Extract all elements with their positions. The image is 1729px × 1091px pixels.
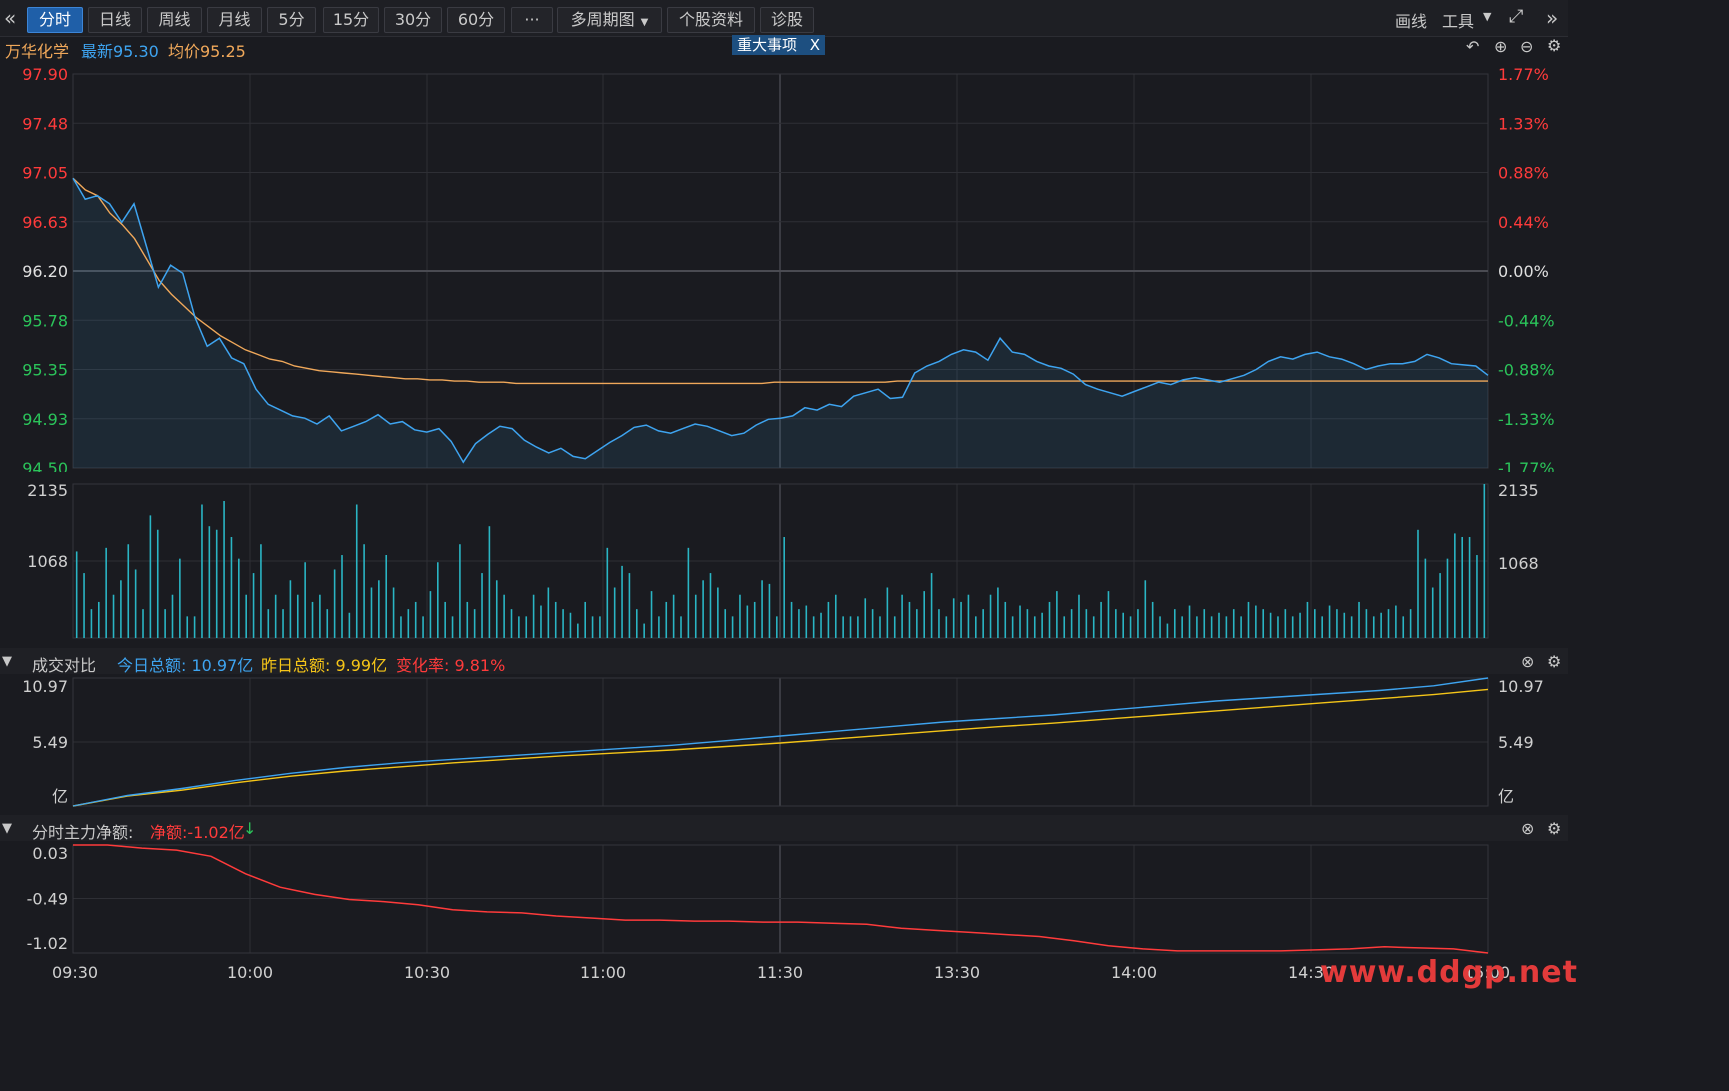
- pct-tick-right: 0.44%: [1498, 213, 1549, 232]
- chevron-down-icon[interactable]: ▼: [1483, 10, 1491, 23]
- time-tick: 11:00: [580, 963, 626, 982]
- period-tab-10[interactable]: 个股资料: [667, 7, 755, 33]
- price-tick-left: 94.93: [22, 410, 68, 429]
- period-tab-2[interactable]: 周线: [147, 7, 202, 33]
- netflow-gear-icon[interactable]: ⚙: [1547, 819, 1561, 838]
- netflow-tick-left: -1.02: [27, 934, 68, 953]
- collapse-turnover-icon[interactable]: ▼: [2, 654, 12, 669]
- close-turnover-icon[interactable]: ⊗: [1521, 652, 1534, 671]
- netflow-tick-left: -0.49: [27, 889, 68, 908]
- average-price: 均价95.25: [168, 42, 246, 61]
- chevron-down-icon: ▼: [640, 17, 649, 28]
- stock-name: 万华化学: [5, 42, 70, 61]
- yesterday-turnover: 昨日总额: 9.99亿: [261, 656, 388, 675]
- pct-tick-right: 0.88%: [1498, 164, 1549, 183]
- turnover-tick-left: 10.97: [22, 677, 68, 696]
- turnover-pane-header: ▼ 成交对比 今日总额: 10.97亿 昨日总额: 9.99亿 变化率: 9.8…: [0, 648, 1568, 675]
- period-tab-3[interactable]: 月线: [207, 7, 262, 33]
- fullscreen-icon[interactable]: ⤢: [1509, 6, 1523, 27]
- time-tick: 10:30: [404, 963, 450, 982]
- pct-tick-right: 0.00%: [1498, 262, 1549, 281]
- period-tab-5[interactable]: 15分: [323, 7, 379, 33]
- period-tab-11[interactable]: 诊股: [760, 7, 814, 33]
- time-tick: 09:30: [52, 963, 98, 982]
- period-toolbar: « 分时 日线 周线 月线 5分 15分 30分 60分 ··· 多周期图 ▼ 个股资料 诊股 画线 工…: [0, 0, 1568, 37]
- turnover-change: 变化率: 9.81%: [396, 656, 506, 675]
- netflow-pane-header: ▼ 分时主力净额: 净额:-1.02亿 ↓ ⊗ ⚙: [0, 815, 1568, 842]
- price-tick-left: 97.48: [22, 114, 68, 133]
- pct-tick-right: 1.33%: [1498, 114, 1549, 133]
- time-tick: 13:30: [934, 963, 980, 982]
- netflow-tick-left: 0.03: [32, 844, 68, 863]
- turnover-gear-icon[interactable]: ⚙: [1547, 652, 1561, 671]
- volume-tick-right: 1068: [1498, 554, 1539, 573]
- time-tick: 10:00: [227, 963, 273, 982]
- arrow-down-icon: ↓: [243, 819, 257, 838]
- pct-tick-right: -1.33%: [1498, 410, 1555, 429]
- time-tick: 11:30: [757, 963, 803, 982]
- pct-tick-right: -0.88%: [1498, 361, 1555, 380]
- today-turnover: 今日总额: 10.97亿: [117, 656, 254, 675]
- pct-tick-right: -0.44%: [1498, 311, 1555, 330]
- collapse-left-icon[interactable]: «: [4, 6, 16, 30]
- collapse-netflow-icon[interactable]: ▼: [2, 821, 12, 836]
- turnover-tick-right: 5.49: [1498, 733, 1534, 752]
- draw-tool-button[interactable]: 画线: [1395, 8, 1427, 32]
- turnover-tick-left: 5.49: [32, 733, 68, 752]
- close-netflow-icon[interactable]: ⊗: [1521, 819, 1534, 838]
- netflow-value: 净额:-1.02亿: [150, 823, 245, 842]
- major-event-tag[interactable]: 重大事项 X: [732, 35, 826, 55]
- period-tab-9[interactable]: 多周期图 ▼: [557, 7, 662, 33]
- netflow-title: 分时主力净额:: [32, 823, 134, 842]
- major-event-close[interactable]: X: [810, 36, 820, 54]
- zoom-in-icon[interactable]: ⊕: [1494, 37, 1507, 56]
- price-tick-left: 94.50: [22, 459, 68, 472]
- tools-menu-button[interactable]: 工具: [1442, 8, 1474, 32]
- turnover-tick-right: 10.97: [1498, 677, 1544, 696]
- pct-tick-right: -1.77%: [1498, 459, 1555, 472]
- period-tab-8[interactable]: ···: [511, 7, 553, 33]
- volume-tick-left: 2135: [27, 481, 68, 500]
- turnover-title: 成交对比: [32, 656, 97, 675]
- price-tick-left: 96.63: [22, 213, 68, 232]
- volume-tick-right: 2135: [1498, 481, 1539, 500]
- price-tick-left: 97.90: [22, 65, 68, 84]
- period-tab-6[interactable]: 30分: [384, 7, 442, 33]
- major-event-label: 重大事项: [737, 36, 798, 54]
- time-tick: 14:00: [1111, 963, 1157, 982]
- period-tab-4[interactable]: 5分: [267, 7, 316, 33]
- watermark: www.ddgp.net: [1320, 955, 1578, 990]
- pct-tick-right: 1.77%: [1498, 65, 1549, 84]
- turnover-tick-right: 亿: [1498, 787, 1514, 806]
- period-tab-0[interactable]: 分时: [27, 7, 83, 33]
- price-tick-left: 97.05: [22, 164, 68, 183]
- period-tab-1[interactable]: 日线: [88, 7, 142, 33]
- intraday-price-chart[interactable]: 97.90 97.48 97.05 96.63 96.20 95.78 95.35 94.93…: [0, 60, 1568, 472]
- turnover-compare-chart[interactable]: 10.97 5.49 亿 10.97 5.49 亿: [0, 674, 1568, 810]
- zoom-out-icon[interactable]: ⊖: [1520, 37, 1533, 56]
- collapse-right-icon[interactable]: »: [1546, 6, 1558, 30]
- price-tick-left: 95.35: [22, 361, 68, 380]
- volume-chart[interactable]: 2135 1068 2135 1068: [0, 478, 1568, 642]
- period-tab-7[interactable]: 60分: [447, 7, 505, 33]
- latest-price: 最新95.30: [81, 42, 159, 61]
- gear-icon[interactable]: ⚙: [1547, 36, 1561, 55]
- undo-icon[interactable]: ↶: [1466, 37, 1479, 56]
- price-tick-left: 96.20: [22, 262, 68, 281]
- turnover-tick-left: 亿: [52, 787, 68, 806]
- volume-tick-left: 1068: [27, 552, 68, 571]
- price-tick-left: 95.78: [22, 311, 68, 330]
